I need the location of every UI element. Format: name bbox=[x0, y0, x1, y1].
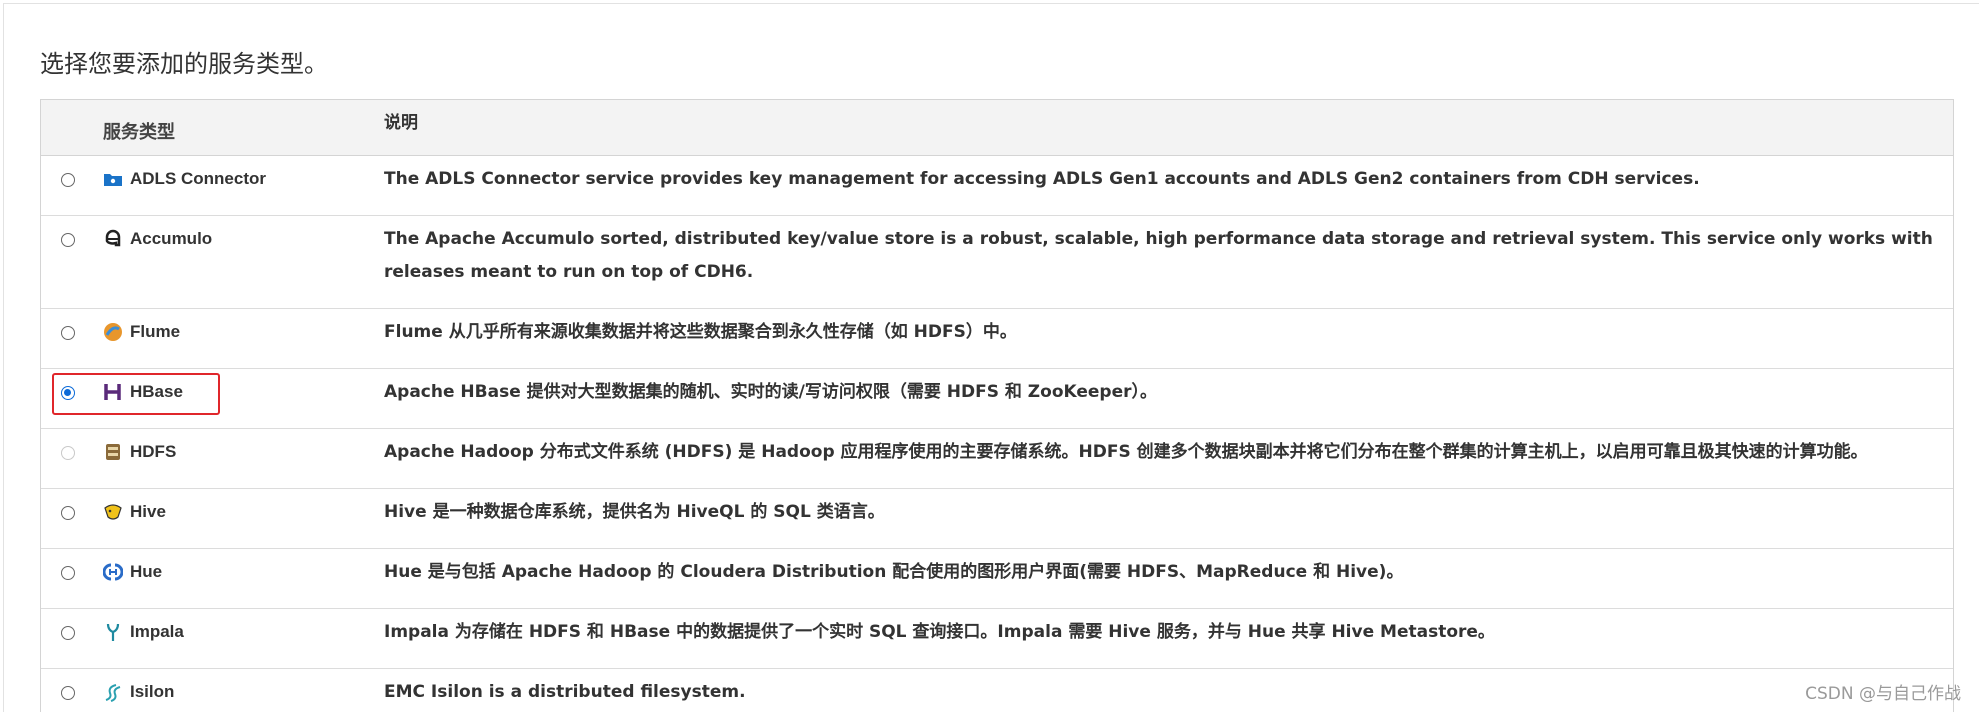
add-service-panel: 选择您要添加的服务类型。 服务类型 说明 ADLS Connector The … bbox=[3, 3, 1979, 712]
service-row-impala[interactable]: Impala Impala 为存储在 HDFS 和 HBase 中的数据提供了一… bbox=[41, 609, 1953, 669]
service-description: Hive 是一种数据仓库系统，提供名为 HiveQL 的 SQL 类语言。 bbox=[384, 502, 885, 522]
service-name: HBase bbox=[130, 382, 183, 401]
service-type-table: 服务类型 说明 ADLS Connector The ADLS Connecto… bbox=[40, 99, 1954, 712]
service-description: The Apache Accumulo sorted, distributed … bbox=[384, 229, 1933, 282]
isilon-icon bbox=[103, 682, 123, 702]
service-row-hive[interactable]: Hive Hive 是一种数据仓库系统，提供名为 HiveQL 的 SQL 类语… bbox=[41, 489, 1953, 549]
table-header: 服务类型 说明 bbox=[41, 100, 1953, 156]
adls-connector-icon bbox=[103, 169, 123, 189]
hdfs-icon bbox=[103, 442, 123, 462]
accumulo-icon bbox=[103, 229, 123, 249]
service-name: Hive bbox=[130, 502, 166, 521]
hive-icon bbox=[103, 502, 123, 522]
service-description: The ADLS Connector service provides key … bbox=[384, 169, 1700, 189]
service-row-hdfs[interactable]: HDFS Apache Hadoop 分布式文件系统 (HDFS) 是 Hado… bbox=[41, 429, 1953, 489]
watermark: CSDN @与自己作战 bbox=[1805, 684, 1961, 704]
service-description: Flume 从几乎所有来源收集数据并将这些数据聚合到永久性存储（如 HDFS）中… bbox=[384, 322, 1017, 342]
radio-isilon[interactable] bbox=[61, 686, 75, 700]
page-heading: 选择您要添加的服务类型。 bbox=[40, 50, 328, 78]
service-row-adls-connector[interactable]: ADLS Connector The ADLS Connector servic… bbox=[41, 156, 1953, 216]
radio-adls-connector[interactable] bbox=[61, 173, 75, 187]
column-header-service-type: 服务类型 bbox=[103, 122, 175, 143]
service-name: HDFS bbox=[130, 442, 177, 461]
hbase-icon bbox=[103, 382, 123, 402]
service-description: Apache Hadoop 分布式文件系统 (HDFS) 是 Hadoop 应用… bbox=[384, 442, 1868, 462]
column-header-description: 说明 bbox=[384, 113, 418, 133]
flume-icon bbox=[103, 322, 123, 342]
radio-flume[interactable] bbox=[61, 326, 75, 340]
radio-hdfs bbox=[61, 446, 75, 460]
service-description: Apache HBase 提供对大型数据集的随机、实时的读/写访问权限（需要 H… bbox=[384, 382, 1158, 402]
radio-hbase[interactable] bbox=[61, 386, 75, 400]
service-name: ADLS Connector bbox=[130, 169, 266, 188]
service-name: Impala bbox=[130, 622, 184, 641]
service-row-isilon[interactable]: Isilon EMC Isilon is a distributed files… bbox=[41, 669, 1953, 712]
radio-impala[interactable] bbox=[61, 626, 75, 640]
service-description: EMC Isilon is a distributed filesystem. bbox=[384, 682, 746, 702]
hue-icon bbox=[102, 562, 124, 582]
service-name: Accumulo bbox=[130, 229, 213, 248]
service-row-hue[interactable]: Hue Hue 是与包括 Apache Hadoop 的 Cloudera Di… bbox=[41, 549, 1953, 609]
service-row-accumulo[interactable]: Accumulo The Apache Accumulo sorted, dis… bbox=[41, 216, 1953, 309]
service-row-hbase[interactable]: HBase Apache HBase 提供对大型数据集的随机、实时的读/写访问权… bbox=[41, 369, 1953, 429]
service-name: Isilon bbox=[130, 682, 175, 701]
service-name: Hue bbox=[130, 562, 163, 581]
impala-icon bbox=[103, 622, 123, 642]
service-row-flume[interactable]: Flume Flume 从几乎所有来源收集数据并将这些数据聚合到永久性存储（如 … bbox=[41, 309, 1953, 369]
radio-accumulo[interactable] bbox=[61, 233, 75, 247]
radio-hue[interactable] bbox=[61, 566, 75, 580]
radio-hive[interactable] bbox=[61, 506, 75, 520]
service-name: Flume bbox=[130, 322, 181, 341]
service-description: Impala 为存储在 HDFS 和 HBase 中的数据提供了一个实时 SQL… bbox=[384, 622, 1495, 642]
service-description: Hue 是与包括 Apache Hadoop 的 Cloudera Distri… bbox=[384, 562, 1404, 582]
